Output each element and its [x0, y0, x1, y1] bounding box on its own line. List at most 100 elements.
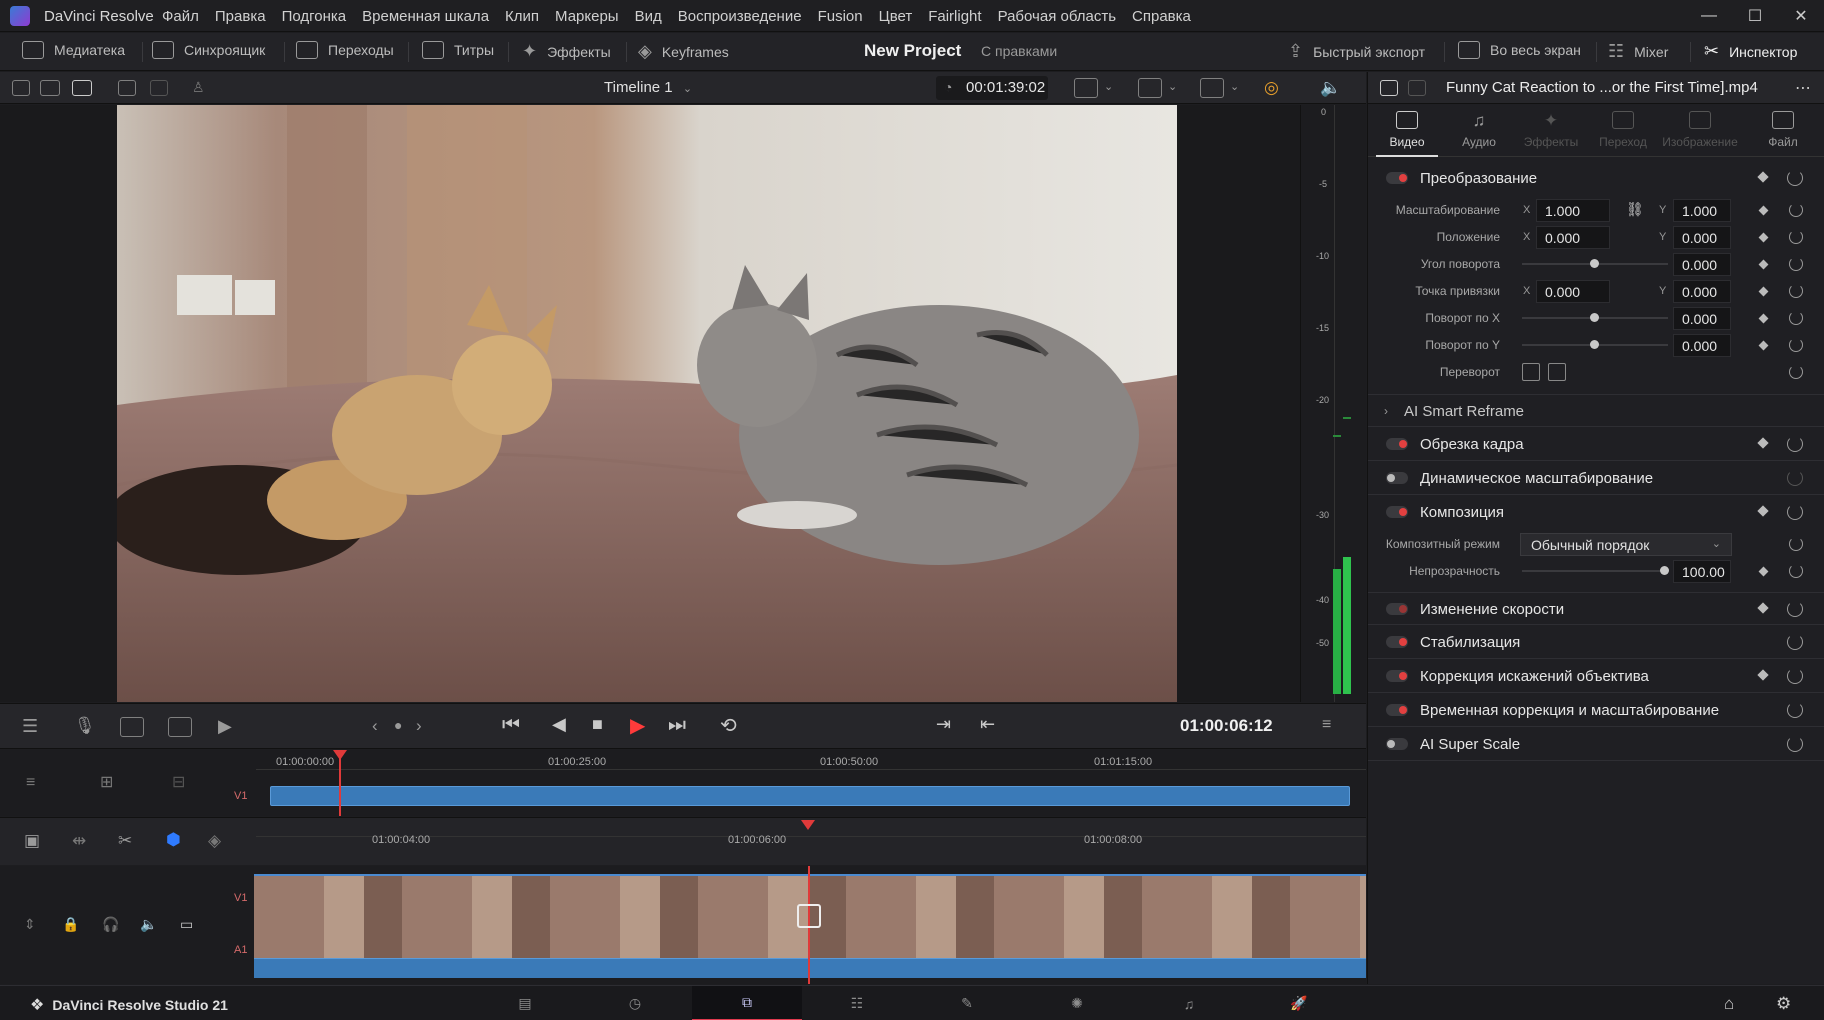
loop-icon[interactable]: ⟲	[720, 713, 737, 738]
rotation-slider[interactable]	[1522, 259, 1668, 268]
inspector-button[interactable]: ✂ Инспектор	[1704, 41, 1797, 62]
maximize-button[interactable]: ☐	[1732, 0, 1778, 32]
home-icon[interactable]: ⌂	[1724, 994, 1734, 1014]
chevron-right-icon[interactable]: ›	[416, 716, 422, 736]
chevron-down-icon[interactable]: ⌄	[1230, 80, 1239, 93]
play-clip-icon[interactable]: ▶	[218, 716, 232, 737]
grid-icon[interactable]	[150, 80, 168, 96]
yaw-slider[interactable]	[1522, 340, 1668, 349]
page-media-icon[interactable]: ▤	[470, 986, 580, 1020]
transform-overlay-icon[interactable]	[1200, 78, 1224, 98]
mark-out-icon[interactable]: ⇤	[980, 714, 995, 735]
reset-icon[interactable]	[1789, 338, 1803, 352]
chevron-down-icon[interactable]: ⌄	[1168, 80, 1177, 93]
clip-icon[interactable]	[1380, 80, 1398, 96]
enable-toggle[interactable]	[1386, 738, 1408, 750]
menu-clip[interactable]: Клип	[505, 8, 539, 25]
track-tools-icon[interactable]: ⊞	[100, 772, 113, 792]
menu-color[interactable]: Цвет	[879, 8, 913, 25]
keyframe-icon[interactable]	[1757, 669, 1769, 681]
menu-fairlight[interactable]: Fairlight	[928, 8, 981, 25]
tab-audio[interactable]: ♫ Аудио	[1444, 111, 1514, 149]
expand-icon[interactable]: ⇕	[24, 916, 36, 933]
reset-icon[interactable]	[1789, 311, 1803, 325]
reset-icon[interactable]	[1787, 170, 1803, 186]
viewer-size-icon[interactable]	[1074, 78, 1098, 98]
pitch-slider[interactable]	[1522, 313, 1668, 322]
keyframe-icon[interactable]	[1758, 286, 1769, 297]
menu-fusion[interactable]: Fusion	[818, 8, 863, 25]
tab-image[interactable]: Изображение	[1660, 111, 1740, 149]
menu-file[interactable]: Файл	[162, 8, 199, 25]
enable-toggle[interactable]	[1386, 603, 1408, 615]
reset-icon[interactable]	[1789, 537, 1803, 551]
mark-in-icon[interactable]: ⇥	[936, 714, 951, 735]
keyframe-icon[interactable]	[1757, 602, 1769, 614]
menu-help[interactable]: Справка	[1132, 8, 1191, 25]
reset-icon[interactable]	[1787, 634, 1803, 650]
composite-mode-select[interactable]: Обычный порядок ⌄	[1520, 533, 1732, 556]
layout-icon[interactable]	[72, 80, 92, 96]
sync-bin-button[interactable]: Синхроящик	[152, 41, 265, 59]
keyframe-icon[interactable]	[1757, 437, 1769, 449]
speaker-icon[interactable]: 🔈	[1320, 78, 1341, 98]
rotation-field[interactable]: 0.000	[1673, 253, 1731, 276]
reset-icon[interactable]	[1789, 365, 1803, 379]
opacity-field[interactable]: 100.00	[1673, 560, 1731, 583]
page-color-icon[interactable]: ✎	[912, 986, 1022, 1020]
slider-knob[interactable]	[1590, 340, 1599, 349]
keyframe-icon[interactable]	[1758, 340, 1769, 351]
media-pool-button[interactable]: Медиатека	[22, 41, 125, 59]
reset-icon[interactable]	[1787, 736, 1803, 752]
section-lens-correction[interactable]: Коррекция искажений объектива	[1368, 660, 1824, 693]
section-stabilization[interactable]: Стабилизация	[1368, 626, 1824, 659]
anchor-y-field[interactable]: 0.000	[1673, 280, 1731, 303]
pitch-field[interactable]: 0.000	[1673, 307, 1731, 330]
keyframes-button[interactable]: ◈ Keyframes	[638, 41, 729, 62]
output-icon[interactable]	[1138, 78, 1162, 98]
section-composite[interactable]: Композиция	[1368, 496, 1824, 529]
keyframe-icon[interactable]	[1757, 505, 1769, 517]
section-retime-scaling[interactable]: Временная коррекция и масштабирование	[1368, 694, 1824, 727]
keyframe-icon[interactable]	[1758, 566, 1769, 577]
track-tools-icon[interactable]: ≡	[26, 774, 35, 792]
page-edit-icon[interactable]: ⧉	[692, 986, 802, 1020]
enable-toggle[interactable]	[1386, 704, 1408, 716]
headphones-icon[interactable]: 🎧	[102, 916, 119, 933]
page-cut-icon[interactable]: ◷	[580, 986, 690, 1020]
slider-knob[interactable]	[1590, 259, 1599, 268]
section-cropping[interactable]: Обрезка кадра	[1368, 428, 1824, 461]
color-wheel-icon[interactable]: ◎	[1264, 78, 1279, 98]
page-fairlight-icon[interactable]: ✺	[1022, 986, 1132, 1020]
microphone-icon[interactable]: 🎙	[74, 716, 96, 736]
film-icon[interactable]: ▣	[24, 831, 40, 851]
keyframe-icon[interactable]	[1758, 232, 1769, 243]
enable-toggle[interactable]	[1386, 472, 1408, 484]
poi-icon[interactable]	[120, 717, 144, 737]
dot-icon[interactable]: ●	[394, 717, 402, 733]
trim-icon[interactable]: ⇹	[72, 831, 86, 851]
tab-video[interactable]: Видео	[1372, 111, 1442, 149]
close-button[interactable]: ✕	[1778, 0, 1824, 32]
reset-icon[interactable]	[1787, 702, 1803, 718]
section-transform[interactable]: Преобразование	[1368, 162, 1824, 195]
play-icon[interactable]: ▶	[630, 713, 645, 738]
section-dynamic-zoom[interactable]: Динамическое масштабирование	[1368, 462, 1824, 495]
reset-icon[interactable]	[1787, 504, 1803, 520]
track-tools-icon[interactable]: ⊟	[172, 772, 185, 792]
reset-icon[interactable]	[1789, 230, 1803, 244]
reset-icon[interactable]	[1787, 668, 1803, 684]
lower-timeline[interactable]: ⇕ 🔒 🎧 🔈 ▭ V1 A1	[0, 866, 1366, 984]
chevron-down-icon[interactable]: ⌄	[1104, 80, 1113, 93]
timeline-selector[interactable]: Timeline 1 ⌄	[604, 79, 692, 96]
settings-sliders-icon[interactable]: ☰	[22, 716, 38, 737]
poi-add-icon[interactable]	[168, 717, 192, 737]
split-icon[interactable]	[1408, 80, 1426, 96]
effects-button[interactable]: ✦ Эффекты	[522, 41, 611, 62]
anchor-x-field[interactable]: 0.000	[1536, 280, 1610, 303]
reset-icon[interactable]	[1789, 203, 1803, 217]
yaw-field[interactable]: 0.000	[1673, 334, 1731, 357]
chevron-left-icon[interactable]: ‹	[372, 716, 378, 736]
position-y-field[interactable]: 0.000	[1673, 226, 1731, 249]
video-viewer[interactable]	[0, 105, 1300, 702]
